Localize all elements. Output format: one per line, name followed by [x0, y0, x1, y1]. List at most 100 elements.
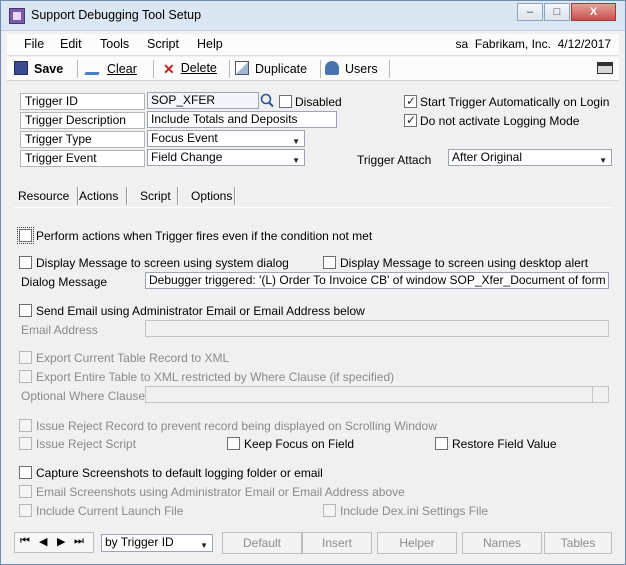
issue-reject-record-checkbox[interactable] — [19, 419, 32, 432]
keep-focus-label: Keep Focus on Field — [244, 437, 355, 451]
send-email-checkbox[interactable] — [19, 304, 32, 317]
toolbar: Save Clear ✕ Delete Duplicate Users — [7, 57, 619, 81]
tab-options[interactable]: Options — [191, 189, 232, 203]
trigger-id-field[interactable]: SOP_XFER — [147, 92, 259, 109]
delete-label: Delete — [180, 61, 217, 75]
delete-button[interactable]: ✕ Delete — [163, 61, 217, 76]
x-icon: ✕ — [163, 61, 175, 77]
duplicate-icon — [235, 61, 249, 75]
display-system-dialog-label: Display Message to screen using system d… — [36, 256, 289, 270]
restore-field-checkbox[interactable] — [435, 437, 448, 450]
menu-help[interactable]: Help — [197, 37, 223, 51]
dialog-message-field[interactable]: Debugger triggered: '(L) Order To Invoic… — [145, 272, 609, 289]
capture-screenshots-label: Capture Screenshots to default logging f… — [36, 466, 323, 480]
disabled-label: Disabled — [295, 95, 342, 109]
user-name: sa — [455, 37, 469, 51]
minimize-button[interactable]: – — [517, 3, 543, 21]
first-record-icon[interactable]: ⏮ — [20, 535, 30, 548]
sort-order-dropdown[interactable]: by Trigger ID — [101, 534, 213, 552]
eraser-icon — [84, 61, 104, 75]
trigger-description-field[interactable]: Include Totals and Deposits — [147, 111, 337, 128]
title-bar: Support Debugging Tool Setup – □ X — [1, 1, 625, 31]
issue-reject-script-checkbox[interactable] — [19, 437, 32, 450]
display-system-dialog-checkbox[interactable] — [19, 256, 32, 269]
helper-button[interactable]: Helper — [377, 532, 457, 554]
disabled-checkbox[interactable] — [279, 95, 292, 108]
next-record-icon[interactable]: ▶ — [57, 535, 65, 548]
optional-where-label: Optional Where Clause — [21, 389, 146, 403]
include-launch-checkbox[interactable] — [19, 504, 32, 517]
tab-separator — [177, 187, 179, 205]
menu-tools[interactable]: Tools — [100, 37, 129, 51]
perform-actions-checkbox[interactable] — [17, 227, 34, 244]
save-button[interactable]: Save — [14, 61, 63, 76]
app-icon — [9, 8, 25, 24]
trigger-event-dropdown[interactable]: Field Change — [147, 149, 305, 166]
export-table-label: Export Entire Table to XML restricted by… — [36, 370, 395, 384]
close-button[interactable]: X — [571, 3, 616, 21]
default-button[interactable]: Default — [222, 532, 302, 554]
trigger-header: Trigger ID SOP_XFER Disabled Start Trigg… — [7, 83, 619, 183]
restore-button[interactable]: □ — [544, 3, 570, 21]
issue-reject-script-label: Issue Reject Script — [36, 437, 137, 451]
window-title: Support Debugging Tool Setup — [31, 8, 202, 22]
duplicate-button[interactable]: Duplicate — [235, 61, 307, 76]
user-date: 4/12/2017 — [557, 37, 611, 51]
menu-file[interactable]: File — [24, 37, 44, 51]
print-button[interactable] — [597, 61, 619, 75]
tab-actions[interactable]: Actions — [79, 189, 118, 203]
toolbar-separator — [229, 60, 230, 78]
toolbar-separator — [77, 60, 78, 78]
tab-separator — [234, 187, 236, 205]
menu-edit[interactable]: Edit — [60, 37, 82, 51]
perform-actions-label: Perform actions when Trigger fires even … — [36, 229, 373, 243]
email-screenshots-checkbox[interactable] — [19, 485, 32, 498]
trigger-attach-label: Trigger Attach — [357, 153, 432, 167]
export-table-checkbox[interactable] — [19, 370, 32, 383]
toolbar-separator — [320, 60, 321, 78]
capture-screenshots-checkbox[interactable] — [19, 466, 32, 479]
email-address-field[interactable] — [145, 320, 609, 337]
no-logging-checkbox[interactable] — [404, 113, 417, 127]
setup-window: Support Debugging Tool Setup – □ X File … — [0, 0, 626, 565]
issue-reject-record-label: Issue Reject Record to prevent record be… — [36, 419, 437, 433]
export-record-checkbox[interactable] — [19, 351, 32, 364]
clear-button[interactable]: Clear — [84, 61, 137, 76]
tab-resource[interactable]: Resource — [18, 189, 69, 203]
last-record-icon[interactable]: ⏭ — [74, 535, 84, 548]
insert-button[interactable]: Insert — [302, 532, 372, 554]
tables-button[interactable]: Tables — [544, 532, 612, 554]
save-label: Save — [34, 62, 64, 76]
trigger-id-label: Trigger ID — [20, 93, 145, 110]
dialog-message-label: Dialog Message — [21, 275, 108, 289]
users-button[interactable]: Users — [325, 61, 378, 76]
display-desktop-alert-label: Display Message to screen using desktop … — [340, 256, 589, 270]
clear-label: Clear — [107, 62, 137, 76]
include-dexini-checkbox[interactable] — [323, 504, 336, 517]
users-label: Users — [345, 62, 378, 76]
where-clause-expand-icon[interactable] — [592, 387, 608, 402]
printer-icon — [597, 62, 613, 74]
duplicate-label: Duplicate — [255, 62, 308, 76]
toolbar-separator — [153, 60, 154, 78]
trigger-description-label: Trigger Description — [20, 112, 145, 129]
export-record-label: Export Current Table Record to XML — [36, 351, 230, 365]
previous-record-icon[interactable]: ◀ — [39, 535, 47, 548]
trigger-type-label: Trigger Type — [20, 131, 145, 148]
lookup-icon[interactable] — [260, 92, 275, 109]
trigger-type-dropdown[interactable]: Focus Event — [147, 130, 305, 147]
trigger-attach-dropdown[interactable]: After Original — [448, 149, 612, 166]
menu-script[interactable]: Script — [147, 37, 179, 51]
bottom-bar: ⏮ ◀ ▶ ⏭ by Trigger ID Default Insert Hel… — [14, 531, 614, 556]
save-icon — [14, 61, 28, 75]
keep-focus-checkbox[interactable] — [227, 437, 240, 450]
user-info: sa Fabrikam, Inc. 4/12/2017 — [456, 37, 611, 51]
names-button[interactable]: Names — [462, 532, 542, 554]
email-address-label: Email Address — [21, 323, 98, 337]
menu-bar: File Edit Tools Script Help sa Fabrikam,… — [7, 34, 619, 56]
tab-separator — [126, 187, 128, 205]
optional-where-field[interactable] — [145, 386, 609, 403]
tab-script[interactable]: Script — [140, 189, 171, 203]
display-desktop-alert-checkbox[interactable] — [323, 256, 336, 269]
start-automatically-checkbox[interactable] — [404, 94, 417, 108]
